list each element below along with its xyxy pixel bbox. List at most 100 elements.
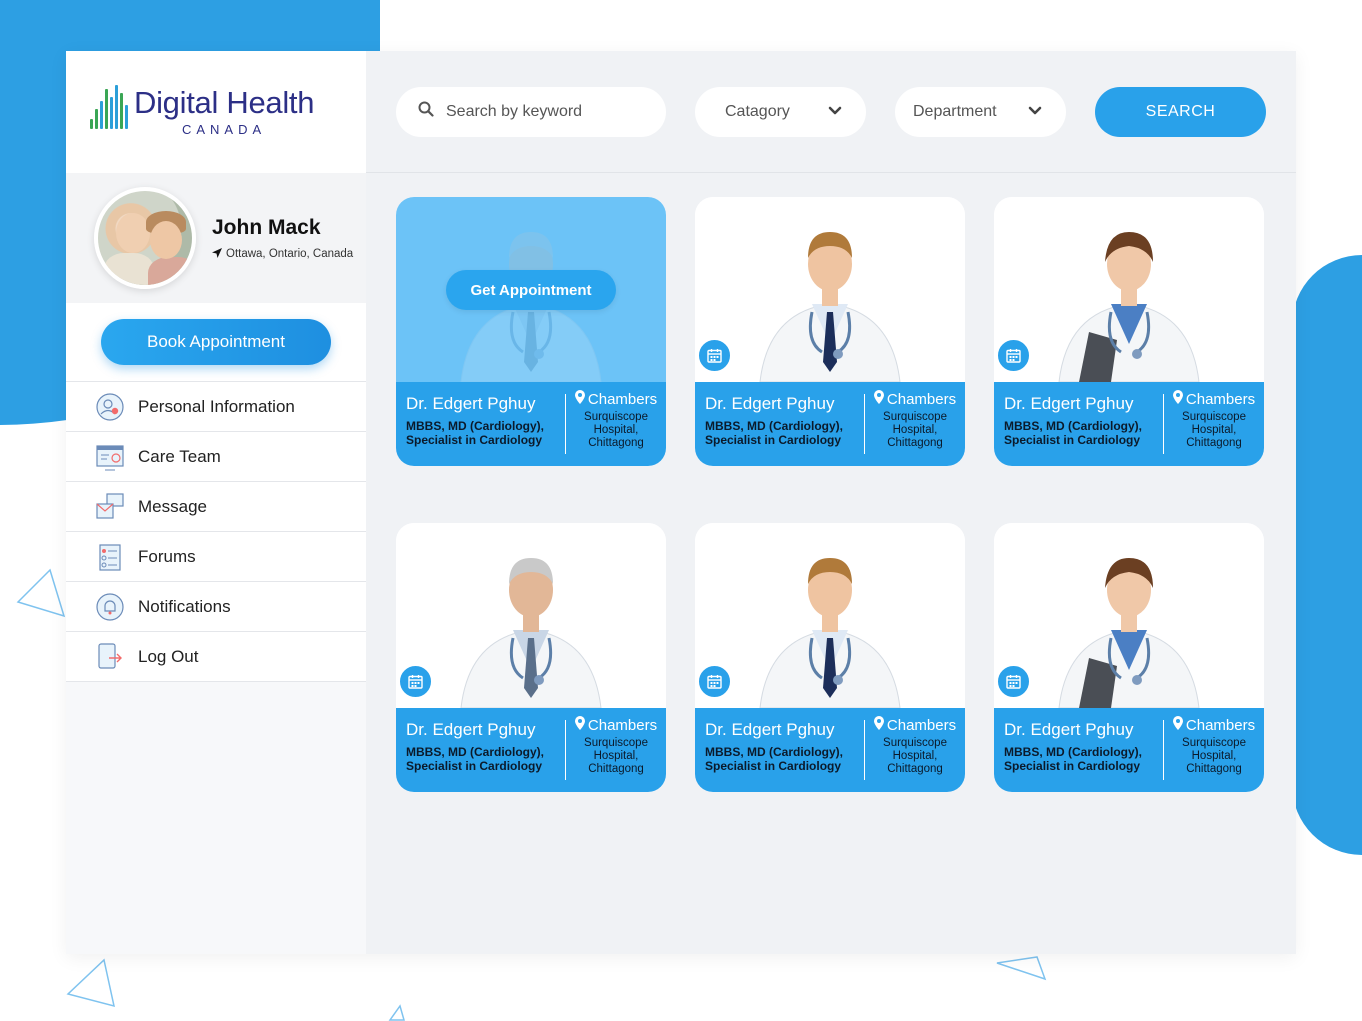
doctor-info: Dr. Edgert Pghuy MBBS, MD (Cardiology), S… — [994, 708, 1264, 792]
doctor-card[interactable]: Dr. Edgert Pghuy MBBS, MD (Cardiology), S… — [994, 523, 1264, 792]
sidebar-item-label: Message — [138, 496, 207, 516]
brand-name: Digital Health — [134, 85, 315, 120]
calendar-icon[interactable] — [995, 337, 1032, 374]
avatar[interactable] — [94, 187, 196, 289]
doctor-photo: Get Appointment — [396, 197, 666, 382]
app-window: Digital Health CANADA John Mack Ottawa, … — [66, 51, 1296, 954]
brand-country: CANADA — [181, 122, 267, 137]
chambers-title: Chambers — [566, 390, 666, 408]
doctor-photo — [994, 523, 1264, 708]
search-input[interactable] — [446, 102, 646, 121]
calendar-icon[interactable] — [696, 663, 733, 700]
sidebar-item-forums[interactable]: Forums — [66, 532, 366, 582]
doctor-qualification: MBBS, MD (Cardiology), Specialist in Card… — [406, 745, 544, 773]
filter-toolbar: Catagory Department SEARCH — [366, 51, 1296, 173]
sidebar-item-label: Care Team — [138, 446, 221, 466]
background-blob-right — [1292, 255, 1362, 855]
doctor-info: Dr. Edgert Pghuy MBBS, MD (Cardiology), S… — [695, 382, 965, 466]
chambers-title: Chambers — [865, 390, 965, 408]
user-name: John Mack — [212, 215, 321, 239]
book-area: Book Appointment — [66, 303, 366, 381]
sidebar-item-message[interactable]: Message — [66, 482, 366, 532]
get-appointment-button[interactable]: Get Appointment — [446, 270, 616, 310]
doctor-name: Dr. Edgert Pghuy — [406, 394, 536, 413]
doctor-photo — [695, 523, 965, 708]
doctor-card[interactable]: Dr. Edgert Pghuy MBBS, MD (Cardiology), S… — [396, 523, 666, 792]
doctor-info: Dr. Edgert Pghuy MBBS, MD (Cardiology), S… — [396, 382, 666, 466]
chambers-title: Chambers — [566, 716, 666, 734]
department-select[interactable]: Department — [895, 86, 1066, 137]
doctor-photo — [994, 197, 1264, 382]
doctor-name: Dr. Edgert Pghuy — [406, 720, 536, 739]
doctor-qualification: MBBS, MD (Cardiology), Specialist in Card… — [705, 419, 843, 447]
chambers-title: Chambers — [1164, 716, 1264, 734]
doctor-photo — [396, 523, 666, 708]
doctor-qualification: MBBS, MD (Cardiology), Specialist in Card… — [705, 745, 843, 773]
doctor-name: Dr. Edgert Pghuy — [1004, 720, 1134, 739]
search-button[interactable]: SEARCH — [1095, 86, 1266, 137]
doctor-name: Dr. Edgert Pghuy — [705, 394, 835, 413]
chambers-address: Surquiscope Hospital, Chittagong — [584, 737, 648, 775]
forums-icon — [94, 541, 126, 573]
map-pin-icon — [1172, 390, 1183, 408]
doctor-card[interactable]: Get Appointment Dr. Edgert Pghuy MBBS, M… — [396, 197, 666, 466]
map-pin-icon — [574, 390, 585, 408]
location-arrow-icon — [212, 247, 222, 261]
chambers-address: Surquiscope Hospital, Chittagong — [1182, 737, 1246, 775]
user-location: Ottawa, Ontario, Canada — [212, 247, 354, 261]
chambers-address: Surquiscope Hospital, Chittagong — [1182, 411, 1246, 449]
map-pin-icon — [574, 716, 585, 734]
main-content: Catagory Department SEARCH Get Appointme… — [366, 51, 1296, 954]
logout-icon — [94, 641, 126, 673]
sidebar-item-notifications[interactable]: Notifications — [66, 582, 366, 632]
brand-logo[interactable]: Digital Health CANADA — [90, 85, 315, 137]
map-pin-icon — [873, 716, 884, 734]
doctor-info: Dr. Edgert Pghuy MBBS, MD (Cardiology), S… — [396, 708, 666, 792]
chambers-title: Chambers — [1164, 390, 1264, 408]
calendar-icon[interactable] — [995, 663, 1032, 700]
chambers-address: Surquiscope Hospital, Chittagong — [584, 411, 648, 449]
map-pin-icon — [1172, 716, 1183, 734]
doctor-grid: Get Appointment Dr. Edgert Pghuy MBBS, M… — [396, 197, 1264, 792]
doctor-portrait — [1058, 232, 1200, 382]
sidebar-item-care-team[interactable]: Care Team — [66, 432, 366, 482]
book-appointment-button[interactable]: Book Appointment — [101, 319, 331, 365]
doctor-info: Dr. Edgert Pghuy MBBS, MD (Cardiology), S… — [994, 382, 1264, 466]
department-select-label: Department — [913, 102, 997, 120]
sidebar: Digital Health CANADA John Mack Ottawa, … — [66, 51, 366, 954]
chambers-address: Surquiscope Hospital, Chittagong — [883, 411, 947, 449]
map-pin-icon — [873, 390, 884, 408]
user-profile: John Mack Ottawa, Ontario, Canada — [66, 173, 366, 303]
user-location-text: Ottawa, Ontario, Canada — [226, 248, 354, 260]
doctor-card[interactable]: Dr. Edgert Pghuy MBBS, MD (Cardiology), S… — [695, 523, 965, 792]
doctor-card[interactable]: Dr. Edgert Pghuy MBBS, MD (Cardiology), S… — [695, 197, 965, 466]
doctor-portrait — [759, 558, 901, 708]
logo-area: Digital Health CANADA — [66, 51, 366, 173]
sidebar-menu: Personal Information Care Team Message F… — [66, 381, 366, 682]
chambers-title: Chambers — [865, 716, 965, 734]
doctor-qualification: MBBS, MD (Cardiology), Specialist in Card… — [1004, 745, 1142, 773]
sidebar-item-label: Personal Information — [138, 396, 295, 416]
sidebar-item-label: Log Out — [138, 646, 199, 666]
sidebar-item-label: Forums — [138, 546, 196, 566]
sidebar-item-label: Notifications — [138, 596, 231, 616]
chevron-down-icon — [1028, 103, 1042, 121]
doctor-qualification: MBBS, MD (Cardiology), Specialist in Card… — [1004, 419, 1142, 447]
search-box — [396, 86, 666, 137]
doctor-portrait — [460, 558, 602, 708]
message-icon — [94, 491, 126, 523]
sidebar-item-personal-information[interactable]: Personal Information — [66, 382, 366, 432]
care-team-icon — [94, 441, 126, 473]
logo-bars-icon — [90, 85, 128, 137]
calendar-icon[interactable] — [397, 663, 434, 700]
sidebar-spacer — [66, 682, 366, 954]
doctor-card[interactable]: Dr. Edgert Pghuy MBBS, MD (Cardiology), S… — [994, 197, 1264, 466]
sidebar-item-log-out[interactable]: Log Out — [66, 632, 366, 682]
doctor-photo — [695, 197, 965, 382]
doctor-portrait — [759, 232, 901, 382]
doctor-info: Dr. Edgert Pghuy MBBS, MD (Cardiology), S… — [695, 708, 965, 792]
category-select[interactable]: Catagory — [695, 86, 866, 137]
doctor-name: Dr. Edgert Pghuy — [1004, 394, 1134, 413]
calendar-icon[interactable] — [696, 337, 733, 374]
chambers-address: Surquiscope Hospital, Chittagong — [883, 737, 947, 775]
